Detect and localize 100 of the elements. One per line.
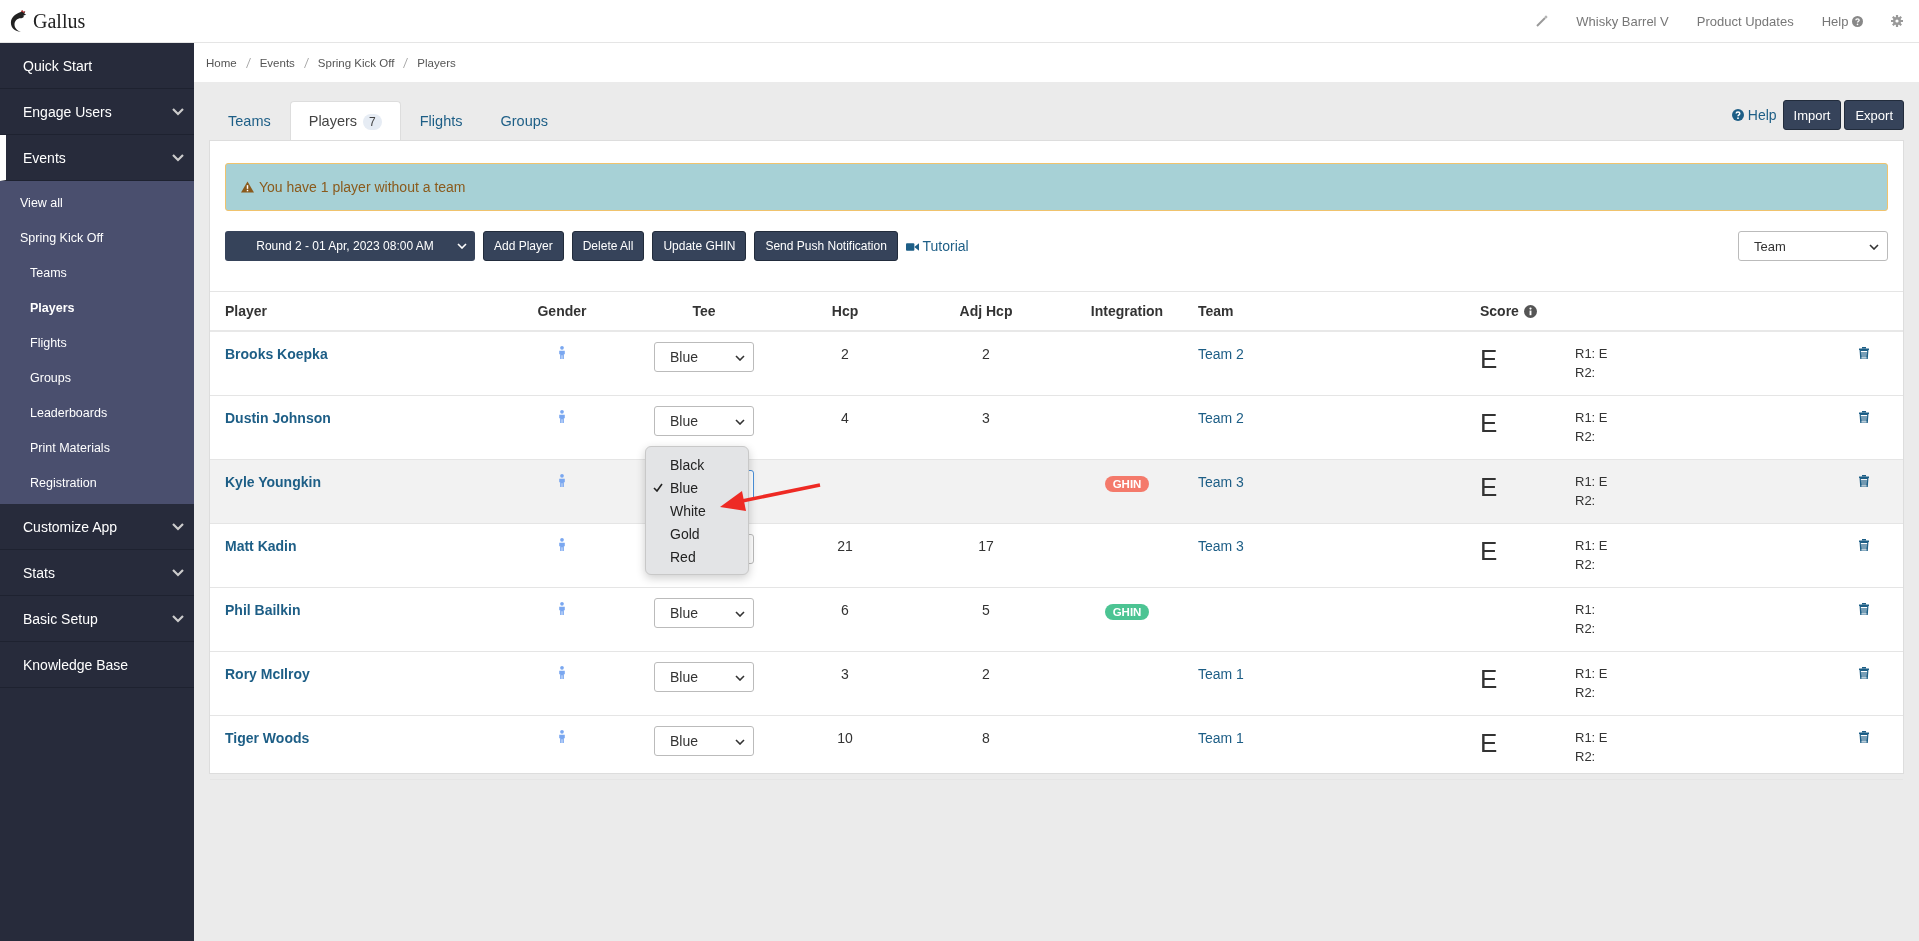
workspace-link[interactable]: Whisky Barrel V xyxy=(1576,13,1669,29)
team-link[interactable]: Team 1 xyxy=(1198,730,1244,746)
settings-icon[interactable] xyxy=(1891,15,1903,27)
toolbar-button[interactable]: Add Player xyxy=(483,231,564,261)
player-link[interactable]: Dustin Johnson xyxy=(225,410,331,426)
score-value: E xyxy=(1480,472,1498,503)
rooster-logo-icon xyxy=(10,10,28,32)
menu-option[interactable]: Red xyxy=(646,545,748,568)
trash-icon[interactable] xyxy=(1859,731,1869,743)
person-icon xyxy=(558,538,566,551)
adjusted-handicap-value: 5 xyxy=(982,602,990,618)
breadcrumb-separator-icon xyxy=(245,57,251,68)
caret-icon xyxy=(1869,244,1879,250)
trash-icon[interactable] xyxy=(1859,411,1869,423)
round-score: R1: E xyxy=(1575,410,1609,425)
wand-icon[interactable] xyxy=(1536,15,1549,27)
tee-select[interactable]: Blue xyxy=(654,406,754,436)
round-score: R1: xyxy=(1575,602,1597,617)
tab[interactable]: Teams xyxy=(209,101,290,140)
person-icon xyxy=(558,410,566,423)
round-score: R2: xyxy=(1575,493,1597,508)
adjusted-handicap-value: 8 xyxy=(982,730,990,746)
submenu-item[interactable]: Registration xyxy=(0,465,194,500)
player-link[interactable]: Matt Kadin xyxy=(225,538,297,554)
group-by-select[interactable]: Team xyxy=(1738,231,1888,261)
adjusted-handicap-value: 3 xyxy=(982,410,990,426)
trash-icon[interactable] xyxy=(1859,539,1869,551)
submenu-item[interactable]: Players xyxy=(0,290,194,325)
tee-select[interactable]: Blue xyxy=(654,342,754,372)
adjusted-handicap-value: 2 xyxy=(982,666,990,682)
tab[interactable]: Groups xyxy=(481,101,568,140)
team-link[interactable]: Team 2 xyxy=(1198,410,1244,426)
round-score: R2: xyxy=(1575,557,1597,572)
chevron-icon xyxy=(172,107,184,116)
submenu-item[interactable]: Leaderboards xyxy=(0,395,194,430)
round-score: R2: xyxy=(1575,621,1597,636)
tab[interactable]: Flights xyxy=(400,101,482,140)
player-link[interactable]: Brooks Koepka xyxy=(225,346,328,362)
score-value: E xyxy=(1480,536,1498,567)
help-link[interactable]: Help xyxy=(1731,107,1777,123)
count-badge: 7 xyxy=(363,114,382,130)
round-score: R2: xyxy=(1575,749,1597,764)
player-link[interactable]: Kyle Youngkin xyxy=(225,474,321,490)
submenu-item[interactable]: View all xyxy=(0,185,194,220)
action-button[interactable]: Export xyxy=(1844,100,1904,130)
trash-icon[interactable] xyxy=(1859,347,1869,359)
team-link[interactable]: Team 3 xyxy=(1198,474,1244,490)
chevron-icon xyxy=(172,614,184,623)
breadcrumb-link[interactable]: Events xyxy=(259,56,295,69)
tee-select[interactable]: Blue xyxy=(654,662,754,692)
trash-icon[interactable] xyxy=(1859,667,1869,679)
column-header: Team xyxy=(1198,303,1235,319)
submenu-item[interactable]: Teams xyxy=(0,255,194,290)
brand-name: Gallus xyxy=(33,9,86,33)
handicap-value: 6 xyxy=(841,602,849,618)
warning-icon xyxy=(241,181,254,193)
person-icon xyxy=(558,666,566,679)
team-link[interactable]: Team 3 xyxy=(1198,538,1244,554)
menu-option[interactable]: White xyxy=(646,499,748,522)
trash-icon[interactable] xyxy=(1859,475,1869,487)
column-header: Gender xyxy=(536,303,588,319)
handicap-value: 2 xyxy=(841,346,849,362)
handicap-value: 4 xyxy=(841,410,849,426)
trash-icon[interactable] xyxy=(1859,603,1869,615)
help-link[interactable]: Help xyxy=(1821,13,1863,29)
tee-select[interactable]: Blue xyxy=(654,598,754,628)
chevron-icon xyxy=(172,522,184,531)
submenu-item[interactable]: Spring Kick Off xyxy=(0,220,194,255)
tee-select[interactable]: Blue xyxy=(654,726,754,756)
chevron-icon xyxy=(172,568,184,577)
menu-option[interactable]: Black xyxy=(646,453,748,476)
column-header: Score xyxy=(1480,303,1575,319)
menu-option[interactable]: Gold xyxy=(646,522,748,545)
player-link[interactable]: Phil Bailkin xyxy=(225,602,301,618)
submenu-item[interactable]: Groups xyxy=(0,360,194,395)
round-score: R2: xyxy=(1575,685,1597,700)
menu-option[interactable]: Blue xyxy=(646,476,748,499)
toolbar-button[interactable]: Send Push Notification xyxy=(754,231,898,261)
tab[interactable]: Players 7 xyxy=(289,101,401,140)
caret-icon xyxy=(735,675,745,681)
team-link[interactable]: Team 1 xyxy=(1198,666,1244,682)
breadcrumb-link[interactable]: Home xyxy=(206,56,237,69)
submenu-item[interactable]: Flights xyxy=(0,325,194,360)
team-link[interactable]: Team 2 xyxy=(1198,346,1244,362)
toolbar-button[interactable]: Delete All xyxy=(571,231,645,261)
action-button[interactable]: Import xyxy=(1782,100,1842,130)
submenu-item[interactable]: Print Materials xyxy=(0,430,194,465)
breadcrumb-link[interactable]: Players xyxy=(417,56,456,69)
player-link[interactable]: Tiger Woods xyxy=(225,730,310,746)
breadcrumb-link[interactable]: Spring Kick Off xyxy=(317,56,395,69)
toolbar-button[interactable]: Update GHIN xyxy=(652,231,747,261)
caret-icon xyxy=(457,243,467,249)
player-link[interactable]: Rory McIlroy xyxy=(225,666,310,682)
caret-icon xyxy=(735,739,745,745)
tutorial-link[interactable]: Tutorial xyxy=(905,238,969,254)
product-updates-link[interactable]: Product Updates xyxy=(1696,13,1794,29)
round-select[interactable]: Round 2 - 01 Apr, 2023 08:00 AM xyxy=(225,231,475,261)
video-camera-icon xyxy=(905,242,919,252)
handicap-value: 10 xyxy=(837,730,853,746)
column-header: Tee xyxy=(691,303,717,319)
